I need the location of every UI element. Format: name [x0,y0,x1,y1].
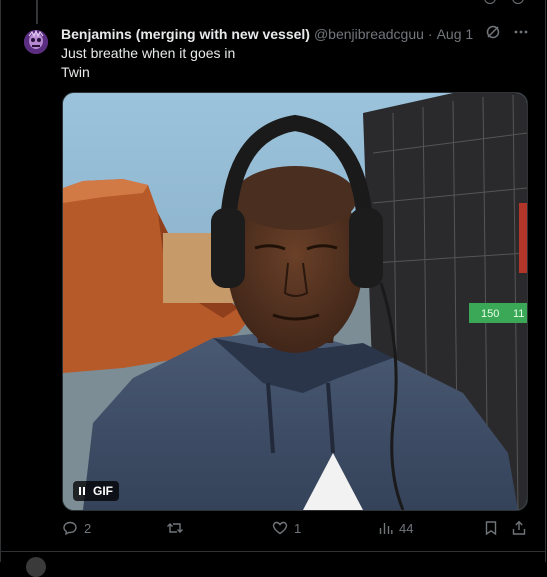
view-count: 44 [399,520,414,536]
tweet-header: Benjamins (merging with new vessel) @ben… [61,24,531,44]
gif-label: GIF [93,484,113,498]
tweet-text: Just breathe when it goes in Twin [61,44,235,82]
bookmark-icon [485,521,497,536]
avatar-image [24,30,48,54]
pause-icon[interactable] [79,487,85,495]
bookmark-button[interactable] [484,520,498,536]
grok-icon[interactable] [485,24,501,40]
repost-button[interactable] [166,520,190,536]
timeline-left-border [0,0,1,562]
thread-connector-line [36,0,38,24]
user-handle[interactable]: @benjibreadcguu [314,26,424,42]
reply-count: 2 [84,520,92,536]
tweet-gif-media[interactable]: 150 11 GIF [62,92,528,511]
timeline-right-border [545,0,546,562]
post-date[interactable]: Aug 1 [437,26,474,42]
header-actions [485,24,529,40]
overlay-number: 150 [481,308,499,320]
gif-frame-image: 150 11 [63,93,527,510]
previous-post-icon-edge [512,0,524,4]
heart-icon [272,521,288,535]
share-icon [512,520,526,535]
avatar[interactable] [24,30,48,54]
repost-icon [167,523,183,533]
next-post-avatar[interactable] [26,557,46,577]
tweet-text-line: Just breathe when it goes in [61,45,236,61]
views-button[interactable]: 44 [379,520,413,536]
share-button[interactable] [511,520,527,536]
overlay-number: 11 [513,308,524,320]
gif-badge[interactable]: GIF [73,481,119,501]
views-chart-icon [379,523,393,534]
tweet-text-line: Twin [61,64,90,80]
tweet-action-bar: 2 1 44 [0,520,547,540]
like-count: 1 [294,520,302,536]
reply-button[interactable]: 2 [62,520,91,536]
like-button[interactable]: 1 [272,520,301,536]
more-options-icon[interactable] [513,24,529,40]
display-name[interactable]: Benjamins (merging with new vessel) [61,26,310,42]
post-divider [1,551,545,552]
reply-icon [63,521,77,536]
separator-dot: · [427,26,433,42]
previous-post-icon-edge [484,0,496,4]
